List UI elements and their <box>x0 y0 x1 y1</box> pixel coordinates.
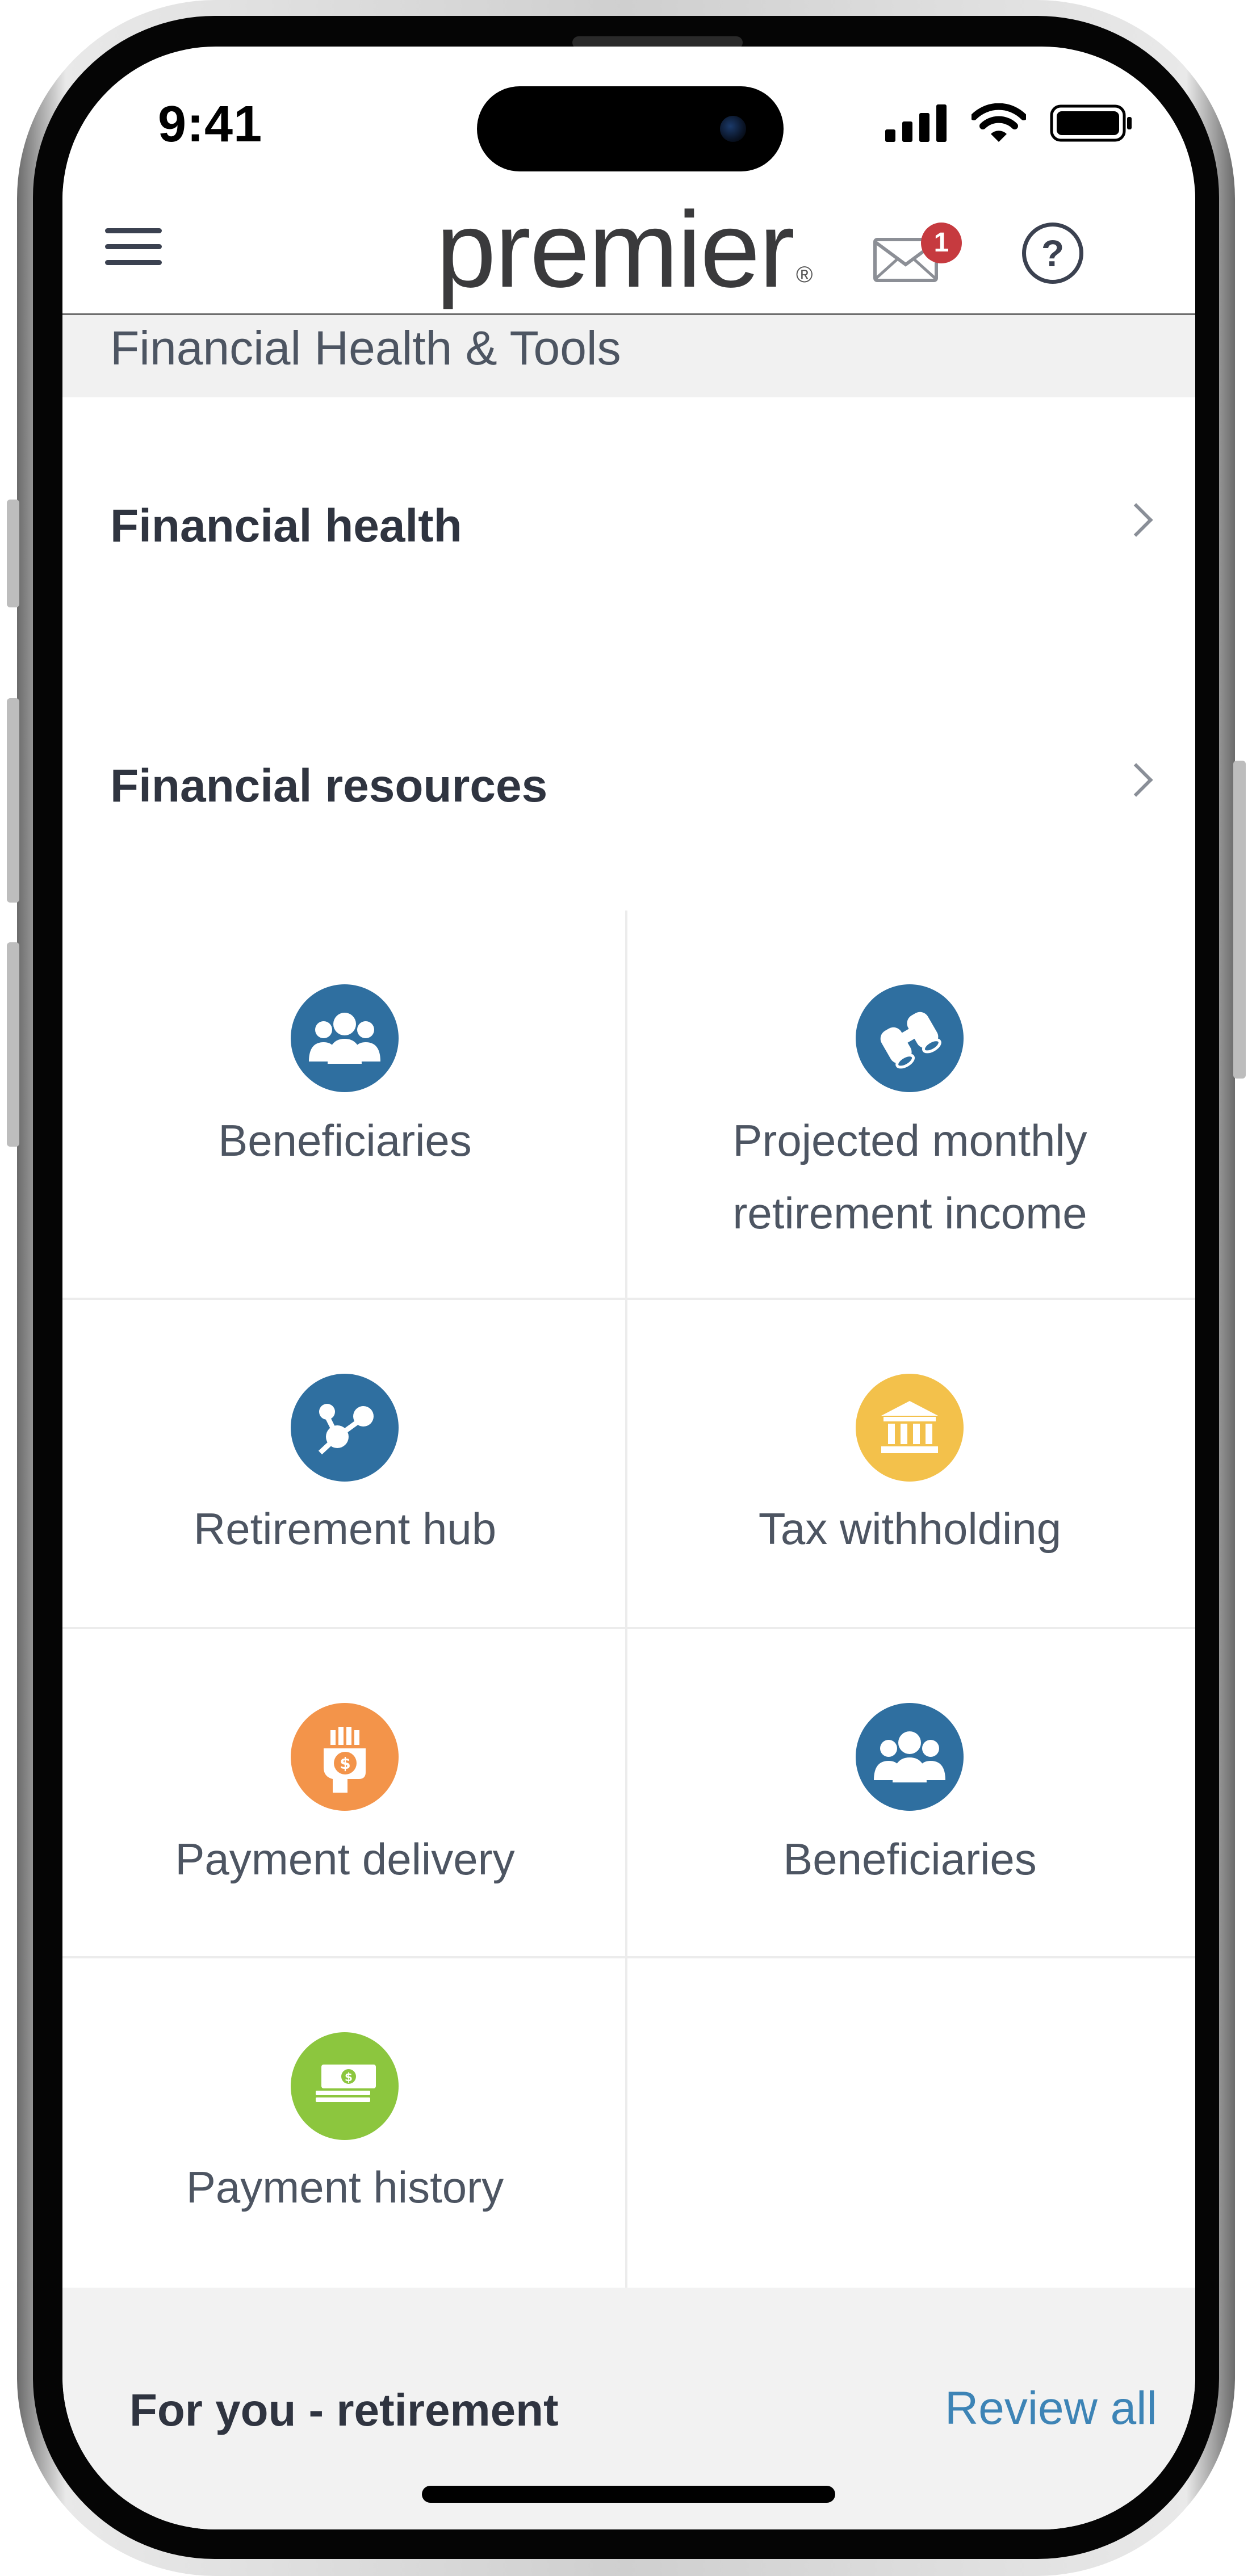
tile-label: Payment history <box>186 2162 504 2212</box>
notification-badge: 1 <box>921 223 962 263</box>
side-button-silent <box>7 500 19 607</box>
binoculars-icon <box>856 984 964 1092</box>
hamburger-icon[interactable] <box>105 228 162 274</box>
review-all-link[interactable]: Review all <box>945 2382 1157 2435</box>
tile-label: Retirement hub <box>193 1504 497 1554</box>
help-icon[interactable]: ? <box>1022 223 1083 284</box>
logo-text: premier <box>436 190 795 310</box>
logo-registered-mark: ® <box>796 262 813 287</box>
tile-projected-monthly-retirement-income[interactable]: Projected monthly retirement income <box>627 911 1195 1300</box>
battery-icon <box>1050 104 1132 142</box>
tile-beneficiaries[interactable]: Beneficiaries <box>62 911 627 1300</box>
tile-label: Payment delivery <box>175 1834 515 1884</box>
chevron-right-icon <box>1119 763 1153 797</box>
bank-building-icon <box>856 1374 964 1482</box>
phone-screen: 9:41 premier ® 1 ? Financial Health & To… <box>62 47 1195 2529</box>
people-group-icon <box>856 1703 964 1811</box>
dynamic-island <box>477 86 784 171</box>
network-hub-icon <box>291 1374 399 1482</box>
side-button-power <box>1233 761 1246 1079</box>
section-heading-bar: Financial Health & Tools <box>62 315 1195 397</box>
list-item-label: Financial resources <box>110 760 548 812</box>
chevron-right-icon <box>1119 503 1153 537</box>
home-indicator[interactable] <box>422 2486 835 2503</box>
list-item-financial-resources[interactable]: Financial resources <box>62 657 1195 913</box>
app-header: premier ® 1 ? <box>62 188 1195 315</box>
tile-label: Beneficiaries <box>783 1834 1037 1884</box>
tile-beneficiaries-2[interactable]: Beneficiaries <box>627 1629 1195 1958</box>
list-item-label: Financial health <box>110 500 462 552</box>
status-time: 9:41 <box>158 96 263 153</box>
svg-text:$: $ <box>345 2070 353 2084</box>
people-group-icon <box>291 984 399 1092</box>
for-you-title: For you - retirement <box>129 2385 559 2435</box>
tile-label: Beneficiaries <box>218 1115 472 1165</box>
svg-text:$: $ <box>340 1754 350 1773</box>
side-button-volume-up <box>7 698 19 903</box>
tile-label: Tax withholding <box>758 1504 1062 1554</box>
section-heading: Financial Health & Tools <box>110 321 621 375</box>
wifi-icon <box>972 103 1026 142</box>
status-bar: 9:41 <box>62 47 1195 171</box>
tile-label-line1: Projected monthly <box>732 1115 1087 1165</box>
tile-retirement-hub[interactable]: Retirement hub <box>62 1300 627 1629</box>
hand-coin-icon: $ <box>291 1703 399 1811</box>
side-button-volume-down <box>7 942 19 1147</box>
tile-label-line2: retirement income <box>732 1188 1087 1238</box>
tile-payment-history[interactable]: $ Payment history <box>62 1958 627 2288</box>
premier-logo: premier ® <box>436 196 813 326</box>
tools-tile-grid: Beneficiaries Projected monthly retireme… <box>62 911 1195 2288</box>
camera-icon <box>720 116 746 142</box>
tile-payment-delivery[interactable]: $ Payment delivery <box>62 1629 627 1958</box>
tile-empty <box>627 1958 1195 2288</box>
cash-stack-icon: $ <box>291 2032 399 2140</box>
list-item-financial-health[interactable]: Financial health <box>62 397 1195 660</box>
cellular-signal-icon <box>885 104 947 142</box>
status-icons <box>885 103 1133 143</box>
tile-tax-withholding[interactable]: Tax withholding <box>627 1300 1195 1629</box>
